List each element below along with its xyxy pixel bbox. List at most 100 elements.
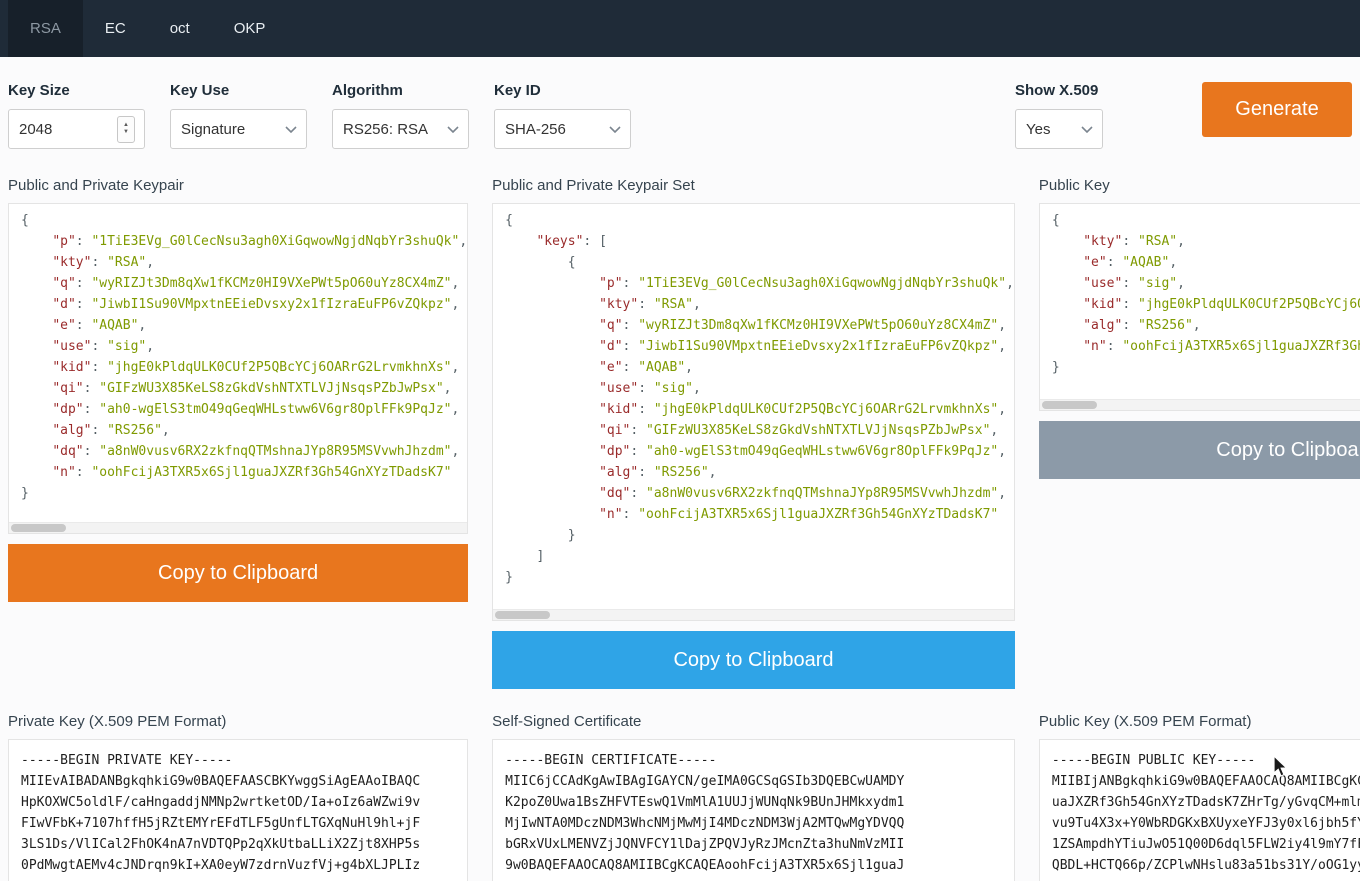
generate-button[interactable]: Generate: [1202, 82, 1352, 137]
code-line: "alg": "RS256",: [21, 420, 467, 441]
code-line: "e": "AQAB",: [505, 357, 1014, 378]
spinner-down-icon[interactable]: ▼: [123, 129, 129, 136]
code-line: }: [505, 567, 1014, 588]
code-line: "alg": "RS256",: [505, 462, 1014, 483]
copy-keypair-set-button[interactable]: Copy to Clipboard: [492, 631, 1015, 689]
pem-line: 0PdMwgtAEMv4cJNDrqn9kI+XA0eyW7zdrnVuzfVj…: [21, 855, 467, 876]
show-x509-label: Show X.509: [1015, 82, 1103, 99]
key-use-label: Key Use: [170, 82, 307, 99]
horizontal-scrollbar[interactable]: [9, 522, 467, 533]
panel-title-keypair-set: Public and Private Keypair Set: [492, 177, 1015, 194]
code-line: "q": "wyRIZJt3Dm8qXw1fKCMz0HI9VXePWt5pO6…: [21, 273, 467, 294]
code-line: }: [21, 483, 467, 504]
code-line: }: [505, 525, 1014, 546]
horizontal-scrollbar[interactable]: [1040, 399, 1360, 410]
output-grid: Public and Private Keypair { "p": "1TiE3…: [0, 177, 1360, 881]
pem-line: -----BEGIN PUBLIC KEY-----: [1052, 750, 1360, 771]
chevron-down-icon: [1081, 126, 1093, 133]
spinner-up-icon[interactable]: ▲: [123, 122, 129, 129]
pem-line: QBDL+HCTQ66p/ZCPlwNHslu83a51bs31Y/oOG1yy…: [1052, 855, 1360, 876]
code-line: "d": "JiwbI1Su90VMpxtnEEieDvsxy2x1fIzraE…: [21, 294, 467, 315]
code-line: "qi": "GIFzWU3X85KeLS8zGkdVshNTXTLVJjNsq…: [505, 420, 1014, 441]
algorithm-group: Algorithm RS256: RSA: [332, 82, 469, 149]
code-line: "keys": [: [505, 231, 1014, 252]
code-line: ]: [505, 546, 1014, 567]
pem-line: uaJXZRf3Gh54GnXYzTDadsK7ZHrTg/yGvqCM+mlm…: [1052, 792, 1360, 813]
key-id-select[interactable]: SHA-256: [494, 109, 631, 149]
code-line: }: [1052, 357, 1360, 378]
algorithm-value: RS256: RSA: [343, 121, 428, 138]
pem-line: HpKOXWC5oldlF/caHngaddjNMNp2wrtketOD/Ia+…: [21, 792, 467, 813]
tab-oct[interactable]: oct: [148, 0, 212, 57]
show-x509-select[interactable]: Yes: [1015, 109, 1103, 149]
tab-ec[interactable]: EC: [83, 0, 148, 57]
code-line: "kid": "jhgE0kPldqULK0CUf2P5QBcYCj6OARrG…: [1052, 294, 1360, 315]
code-line: "use": "sig",: [1052, 273, 1360, 294]
pem-line: bGRxVUxLMENVZjJQNVFCY1lDajZPQVJyRzJMcnZt…: [505, 834, 1014, 855]
key-use-value: Signature: [181, 121, 245, 138]
scrollbar-thumb[interactable]: [1042, 401, 1097, 409]
algorithm-label: Algorithm: [332, 82, 469, 99]
panel-certificate: Self-Signed Certificate -----BEGIN CERTI…: [492, 713, 1015, 881]
code-line: "qi": "GIFzWU3X85KeLS8zGkdVshNTXTLVJjNsq…: [21, 378, 467, 399]
keypair-json-output[interactable]: { "p": "1TiE3EVg_G0lCecNsu3agh0XiGqwowNg…: [8, 203, 468, 534]
tab-rsa[interactable]: RSA: [8, 0, 83, 57]
key-type-tabs: RSAECoctOKP: [0, 0, 1360, 57]
code-line: "n": "oohFcijA3TXR5x6Sjl1guaJXZRf3Gh54Gn…: [21, 462, 467, 483]
pem-line: 3LS1Ds/VlICal2FhOK4nA7nVDTQPp2qXkUtbaLLi…: [21, 834, 467, 855]
panel-title-keypair: Public and Private Keypair: [8, 177, 468, 194]
panel-title-public-key: Public Key: [1039, 177, 1360, 194]
copy-public-key-button[interactable]: Copy to Clipboard: [1039, 421, 1360, 479]
public-key-json-output[interactable]: { "kty": "RSA", "e": "AQAB", "use": "sig…: [1039, 203, 1360, 411]
panel-title-public-pem: Public Key (X.509 PEM Format): [1039, 713, 1360, 730]
pem-line: MIIBIjANBgkqhkiG9w0BAQEFAAOCAQ8AMIIBCgKC…: [1052, 771, 1360, 792]
key-id-group: Key ID SHA-256: [494, 82, 631, 149]
keypair-set-json-output[interactable]: { "keys": [ { "p": "1TiE3EVg_G0lCecNsu3a…: [492, 203, 1015, 621]
panel-keypair: Public and Private Keypair { "p": "1TiE3…: [8, 177, 468, 689]
code-line: "dq": "a8nW0vusv6RX2zkfnqQTMshnaJYp8R95M…: [21, 441, 467, 462]
code-line: "e": "AQAB",: [1052, 252, 1360, 273]
scrollbar-thumb[interactable]: [11, 524, 66, 532]
code-line: "e": "AQAB",: [21, 315, 467, 336]
code-line: {: [505, 252, 1014, 273]
code-line: "n": "oohFcijA3TXR5x6Sjl1guaJXZRf3Gh54Gn…: [505, 504, 1014, 525]
pem-line: -----BEGIN CERTIFICATE-----: [505, 750, 1014, 771]
panel-public-key: Public Key { "kty": "RSA", "e": "AQAB", …: [1039, 177, 1360, 689]
key-use-group: Key Use Signature: [170, 82, 307, 149]
code-line: "p": "1TiE3EVg_G0lCecNsu3agh0XiGqwowNgjd…: [21, 231, 467, 252]
code-line: {: [1052, 210, 1360, 231]
chevron-down-icon: [609, 126, 621, 133]
pem-line: MIIC6jCCAdKgAwIBAgIGAYCN/geIMA0GCSqGSIb3…: [505, 771, 1014, 792]
key-size-label: Key Size: [8, 82, 145, 99]
code-line: "d": "JiwbI1Su90VMpxtnEEieDvsxy2x1fIzraE…: [505, 336, 1014, 357]
chevron-down-icon: [285, 126, 297, 133]
chevron-down-icon: [447, 126, 459, 133]
private-pem-output[interactable]: -----BEGIN PRIVATE KEY-----MIIEvAIBADANB…: [8, 739, 468, 881]
show-x509-value: Yes: [1026, 121, 1050, 138]
algorithm-select[interactable]: RS256: RSA: [332, 109, 469, 149]
panel-private-pem: Private Key (X.509 PEM Format) -----BEGI…: [8, 713, 468, 881]
key-use-select[interactable]: Signature: [170, 109, 307, 149]
pem-line: 1ZSAmpdhYTiuJwO51Q00D6dql5FLW2iy4l9mY7fF…: [1052, 834, 1360, 855]
public-pem-output[interactable]: -----BEGIN PUBLIC KEY-----MIIBIjANBgkqhk…: [1039, 739, 1360, 881]
pem-line: MIIEvAIBADANBgkqhkiG9w0BAQEFAASCBKYwggSi…: [21, 771, 467, 792]
key-size-group: Key Size 2048 ▲ ▼: [8, 82, 145, 149]
pem-line: K2poZ0Uwa1BsZHFVTEswQ1VmMlA1UUJjWUNqNk9B…: [505, 792, 1014, 813]
show-x509-group: Show X.509 Yes: [1015, 82, 1103, 149]
controls-row: Key Size 2048 ▲ ▼ Key Use Signature Algo…: [0, 57, 1360, 149]
key-id-label: Key ID: [494, 82, 631, 99]
pem-line: 9w0BAQEFAAOCAQ8AMIIBCgKCAQEAoohFcijA3TXR…: [505, 855, 1014, 876]
code-line: "kid": "jhgE0kPldqULK0CUf2P5QBcYCj6OARrG…: [21, 357, 467, 378]
copy-keypair-button[interactable]: Copy to Clipboard: [8, 544, 468, 602]
certificate-output[interactable]: -----BEGIN CERTIFICATE-----MIIC6jCCAdKgA…: [492, 739, 1015, 881]
panel-title-private-pem: Private Key (X.509 PEM Format): [8, 713, 468, 730]
scrollbar-thumb[interactable]: [495, 611, 550, 619]
key-size-input[interactable]: 2048 ▲ ▼: [8, 109, 145, 149]
quantity-stepper[interactable]: ▲ ▼: [117, 116, 135, 143]
code-line: "q": "wyRIZJt3Dm8qXw1fKCMz0HI9VXePWt5pO6…: [505, 315, 1014, 336]
key-id-value: SHA-256: [505, 121, 566, 138]
panel-title-certificate: Self-Signed Certificate: [492, 713, 1015, 730]
tab-okp[interactable]: OKP: [212, 0, 288, 57]
horizontal-scrollbar[interactable]: [493, 609, 1014, 620]
code-line: "kid": "jhgE0kPldqULK0CUf2P5QBcYCj6OARrG…: [505, 399, 1014, 420]
